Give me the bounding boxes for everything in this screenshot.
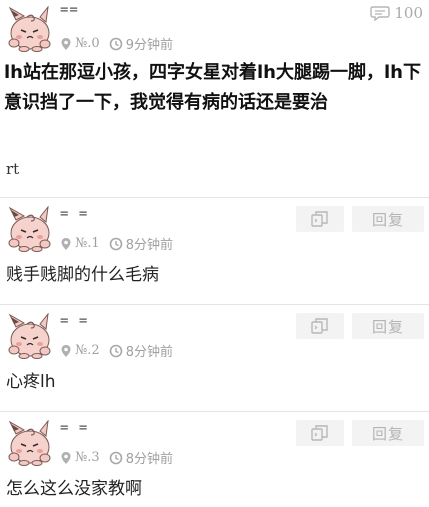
post-header: == №.0 9分钟前 100 [0, 0, 429, 60]
reply-count-value: 100 [394, 4, 423, 22]
reply-button[interactable]: 回复 [352, 420, 424, 446]
clock-icon [109, 344, 123, 358]
reply-button[interactable]: 回复 [352, 206, 424, 232]
reply-text: 怎么这么没家教啊 [6, 479, 142, 499]
floor-number: №.2 [75, 343, 100, 358]
quote-copy-icon [311, 425, 329, 441]
post-meta: №.0 9分钟前 [60, 34, 173, 53]
reply-item: = = №.3 8分钟前 回复 怎么这么没家教啊 [0, 412, 429, 507]
quote-copy-icon [311, 211, 329, 227]
quote-copy-icon [311, 318, 329, 334]
reply-button[interactable]: 回复 [352, 313, 424, 339]
speech-bubble-icon [370, 6, 391, 21]
avatar[interactable] [4, 6, 54, 52]
reply-text: 贱手贱脚的什么毛病 [6, 265, 159, 285]
reply-time: 8分钟前 [125, 345, 173, 360]
reply-meta: №.2 8分钟前 [60, 341, 173, 360]
reply-username[interactable]: = = [60, 206, 88, 222]
clock-icon [109, 37, 123, 51]
post-title: lh站在那逗小孩，四字女星对着lh大腿踢一脚，lh下意识挡了一下，我觉得有病的话… [4, 62, 421, 113]
map-pin-icon [60, 37, 72, 51]
reply-text: 心疼lh [6, 372, 56, 392]
reply-meta: №.3 8分钟前 [60, 448, 173, 467]
map-pin-icon [60, 237, 72, 251]
quote-button[interactable] [296, 313, 344, 339]
quote-button[interactable] [296, 206, 344, 232]
reply-time: 8分钟前 [125, 452, 173, 467]
avatar[interactable] [4, 206, 54, 252]
reply-username[interactable]: = = [60, 420, 88, 436]
map-pin-icon [60, 344, 72, 358]
post-time: 9分钟前 [125, 38, 173, 53]
reply-item: = = №.1 8分钟前 回复 贱手贱脚的什么毛病 [0, 198, 429, 305]
clock-icon [109, 237, 123, 251]
map-pin-icon [60, 451, 72, 465]
reply-item: = = №.2 8分钟前 回复 心疼lh [0, 305, 429, 412]
floor-number: №.1 [75, 236, 100, 251]
quote-button[interactable] [296, 420, 344, 446]
reply-meta: №.1 8分钟前 [60, 234, 173, 253]
floor-number: №.0 [75, 36, 100, 51]
floor-number: №.3 [75, 450, 100, 465]
reply-count[interactable]: 100 [370, 4, 423, 22]
post-body: rt [6, 160, 20, 178]
clock-icon [109, 451, 123, 465]
reply-username[interactable]: = = [60, 313, 88, 329]
avatar[interactable] [4, 420, 54, 466]
post-username[interactable]: == [60, 2, 79, 18]
reply-time: 8分钟前 [125, 238, 173, 253]
avatar[interactable] [4, 313, 54, 359]
